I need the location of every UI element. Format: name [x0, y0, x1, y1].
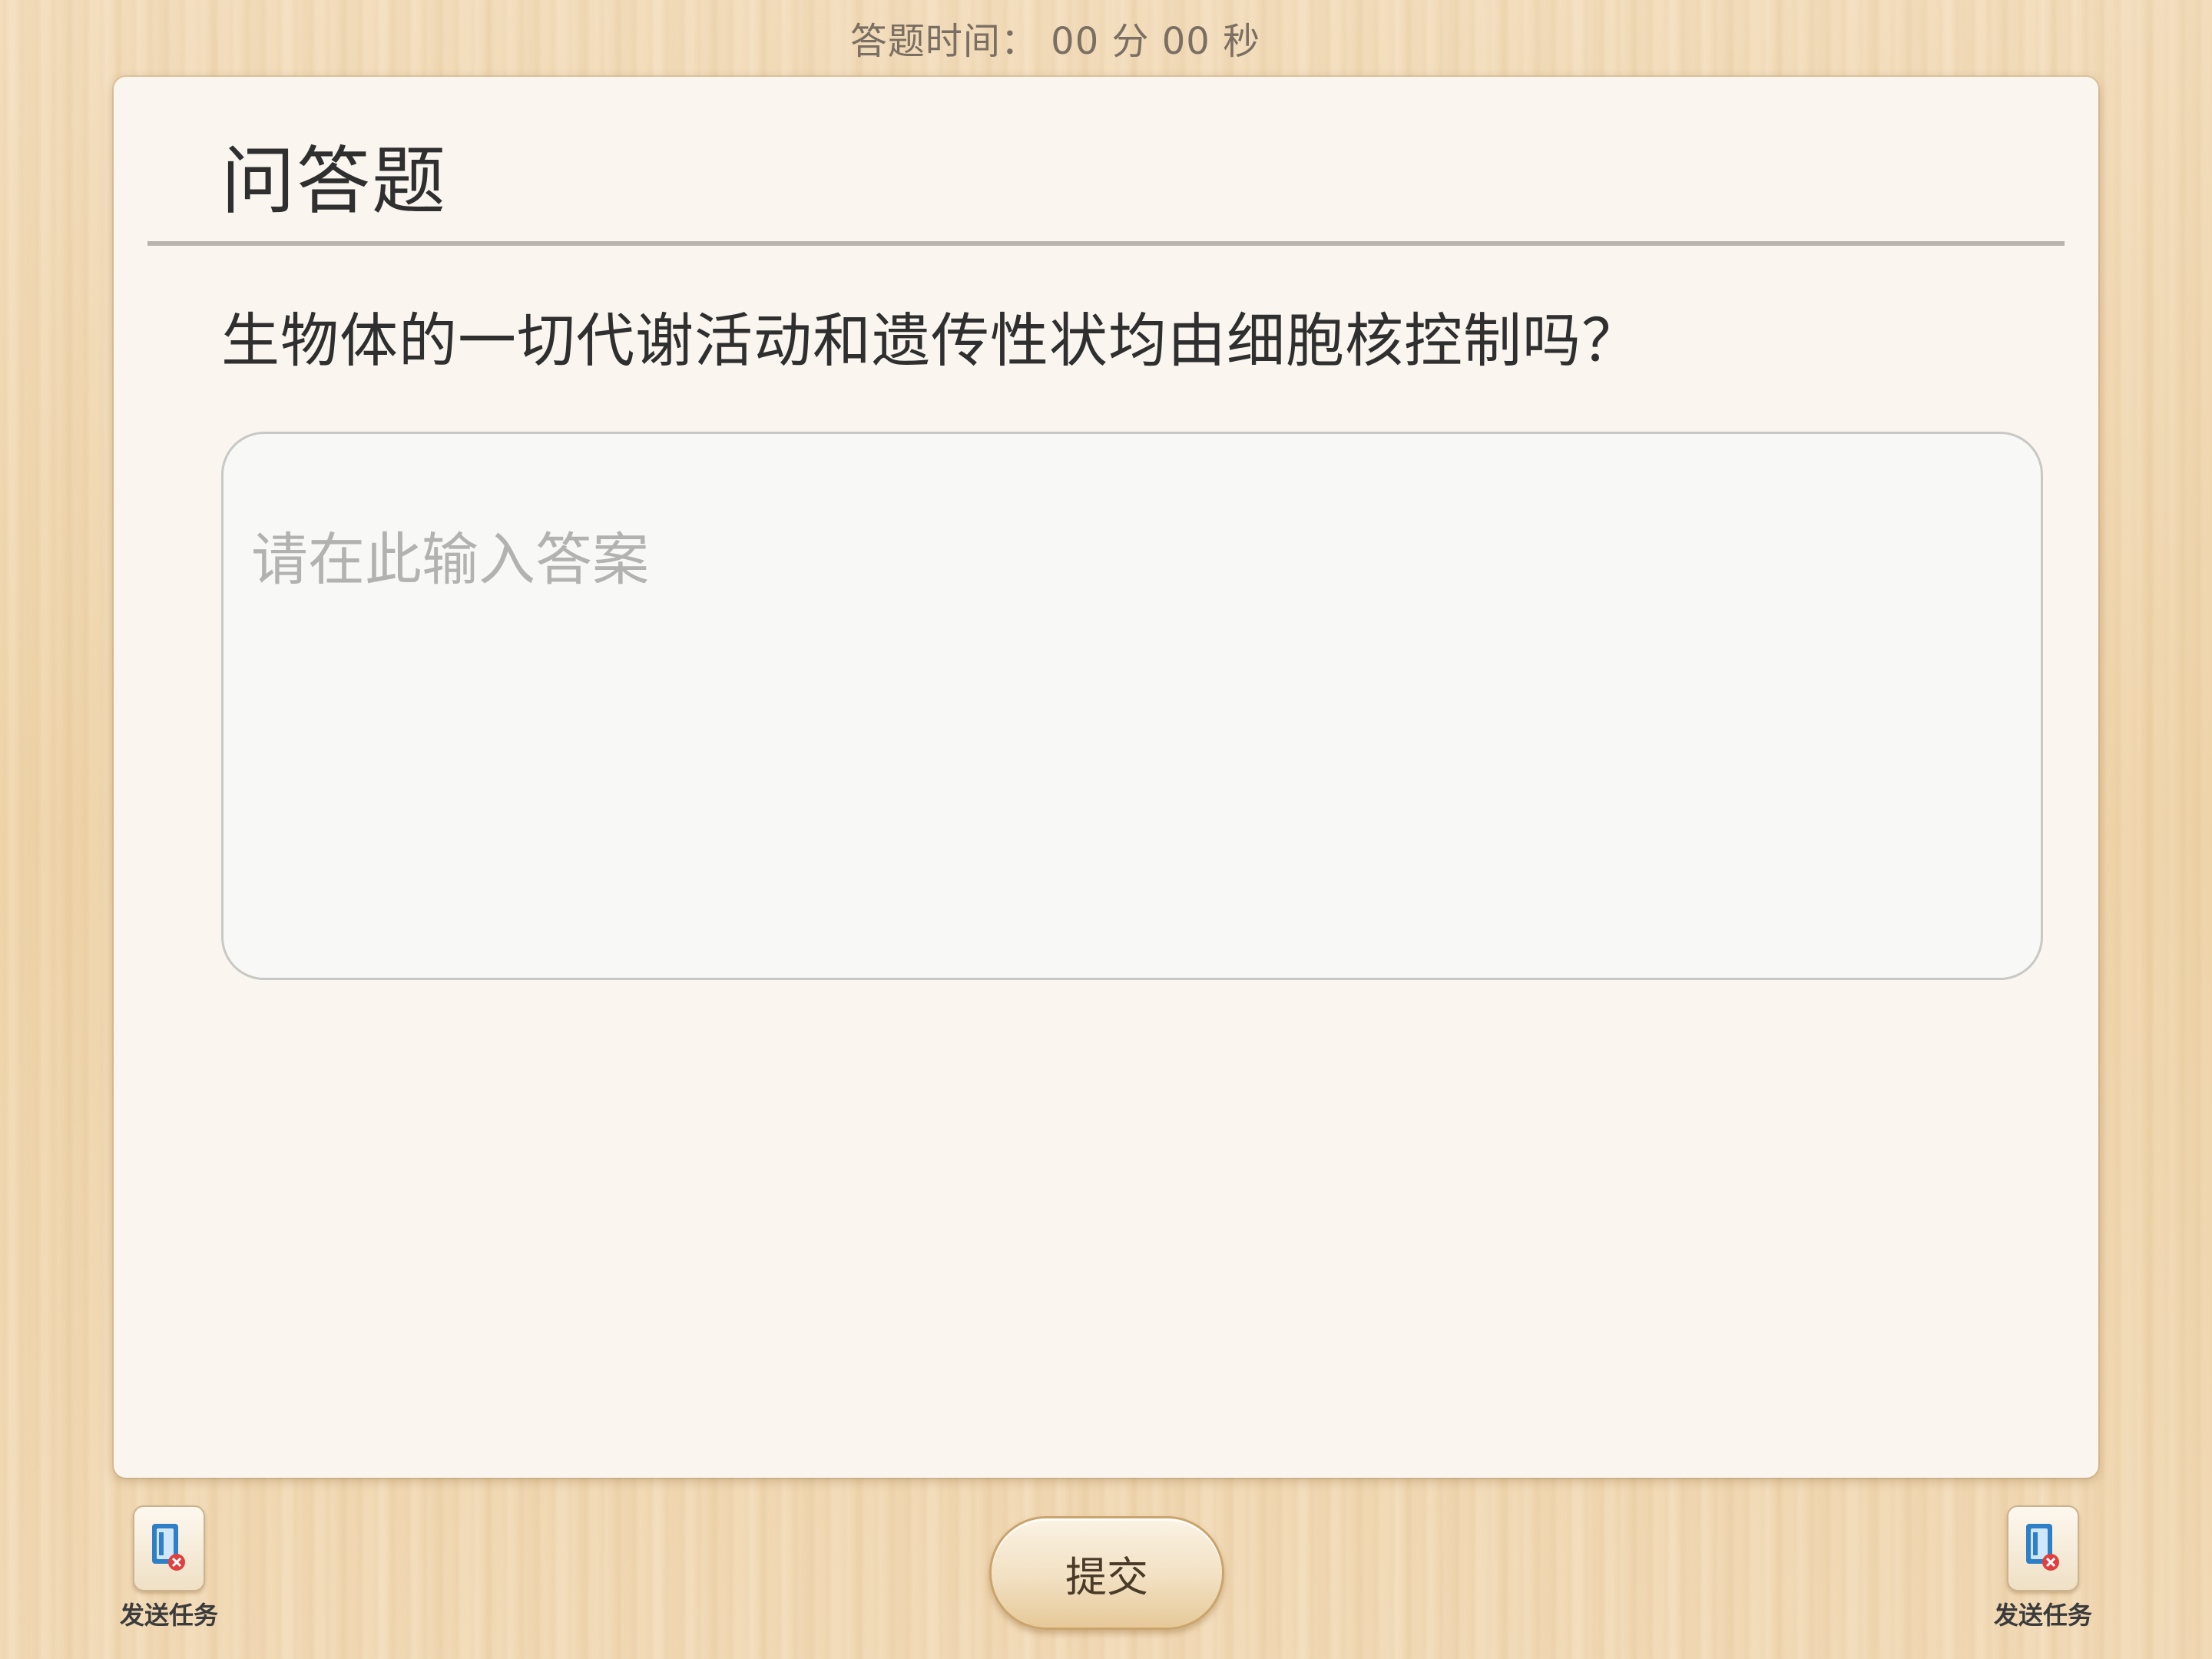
send-task-label-left: 发送任务	[119, 1601, 218, 1630]
answer-timer: 答题时间： 00 分 00 秒	[849, 20, 1261, 63]
send-task-icon	[133, 1505, 205, 1591]
title-divider	[147, 241, 2065, 246]
send-task-button-left[interactable]: 发送任务	[115, 1505, 223, 1644]
send-task-icon	[2007, 1505, 2079, 1591]
submit-button[interactable]: 提交	[989, 1516, 1224, 1630]
question-card: 问答题 生物体的一切代谢活动和遗传性状均由细胞核控制吗？	[114, 77, 2098, 1478]
send-task-label-right: 发送任务	[1993, 1601, 2092, 1630]
question-text: 生物体的一切代谢活动和遗传性状均由细胞核控制吗？	[221, 306, 1641, 375]
answer-input[interactable]	[221, 432, 2043, 980]
question-type-title: 问答题	[221, 138, 447, 224]
send-task-button-right[interactable]: 发送任务	[1989, 1505, 2097, 1644]
